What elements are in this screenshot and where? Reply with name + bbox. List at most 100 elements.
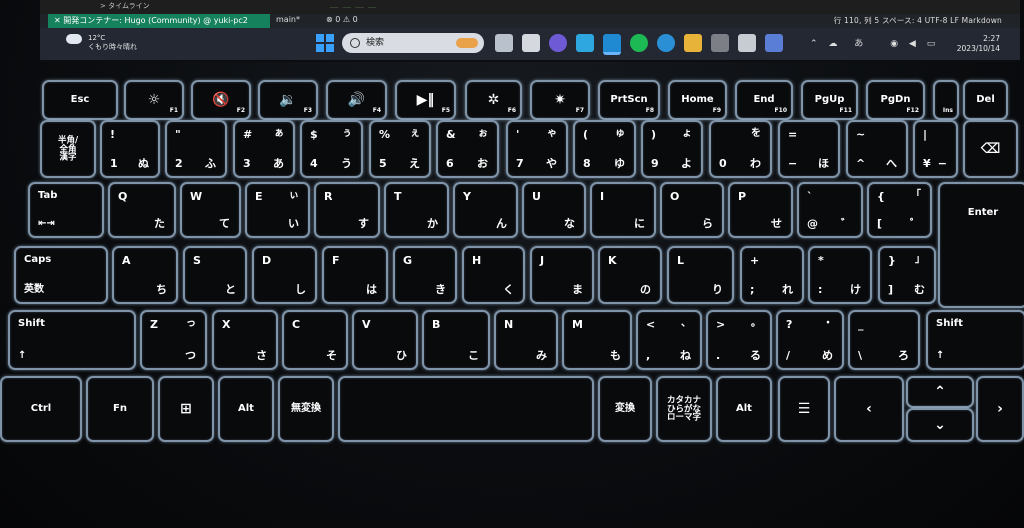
key-hankaku[interactable]: 半角/全角 漢字: [40, 120, 96, 178]
key-arrow-down[interactable]: ⌄: [906, 408, 974, 442]
key-i[interactable]: Iに: [590, 182, 656, 238]
key-ins[interactable]: Ins: [933, 80, 959, 120]
key-ctrl[interactable]: Ctrl: [0, 376, 82, 442]
key-o[interactable]: Oら: [660, 182, 724, 238]
key-enter[interactable]: Enter: [938, 182, 1024, 308]
task-view-icon[interactable]: [495, 34, 513, 52]
key-f10[interactable]: End F10: [735, 80, 793, 120]
key-muhenkan[interactable]: 無変換: [278, 376, 334, 442]
key-f9[interactable]: Home F9: [668, 80, 727, 120]
key-f[interactable]: Fは: [322, 246, 388, 304]
key-minus[interactable]: = − ほ: [778, 120, 840, 178]
store-icon[interactable]: [711, 34, 729, 52]
key-semicolon[interactable]: +; れ: [740, 246, 804, 304]
key-j[interactable]: Jま: [530, 246, 594, 304]
key-b[interactable]: Bこ: [422, 310, 490, 370]
key-k[interactable]: Kの: [598, 246, 662, 304]
key-a[interactable]: Aち: [112, 246, 178, 304]
key-alt-right[interactable]: Alt: [716, 376, 772, 442]
key-z[interactable]: Z っつ: [140, 310, 207, 370]
editor-status-right[interactable]: 行 110, 列 5 スペース: 4 UTF-8 LF Markdown: [834, 15, 1002, 26]
key-3[interactable]: # ぁ 3 あ: [233, 120, 295, 178]
key-8[interactable]: (ゅ 8 ゆ: [573, 120, 636, 178]
key-f8[interactable]: PrtScn F8: [598, 80, 660, 120]
widgets-icon[interactable]: [522, 34, 540, 52]
key-v[interactable]: Vひ: [352, 310, 418, 370]
key-arrow-up[interactable]: ⌃: [906, 376, 974, 408]
wifi-icon[interactable]: ◉: [890, 39, 898, 49]
key-n[interactable]: Nみ: [494, 310, 558, 370]
key-f5[interactable]: ▶‖ F5: [395, 80, 456, 120]
key-h[interactable]: Hく: [462, 246, 525, 304]
key-9[interactable]: ) ょ 9 よ: [641, 120, 703, 178]
key-0[interactable]: を 0 わ: [709, 120, 772, 178]
key-2[interactable]: " 2 ふ: [165, 120, 227, 178]
key-esc[interactable]: Esc: [42, 80, 118, 120]
key-f2[interactable]: 🔇 F2: [191, 80, 251, 120]
key-bracket-close[interactable]: } 」] む: [878, 246, 936, 304]
key-f11[interactable]: PgUp F11: [801, 80, 858, 120]
vscode-icon[interactable]: [603, 34, 621, 55]
key-arrow-left[interactable]: ‹: [834, 376, 904, 442]
git-branch[interactable]: main*: [276, 15, 300, 24]
onedrive-icon[interactable]: ☁: [828, 39, 837, 49]
problems-count[interactable]: ⊗ 0 ⚠ 0: [326, 15, 358, 24]
key-r[interactable]: Rす: [314, 182, 380, 238]
remote-app-icon[interactable]: [765, 34, 783, 52]
taskbar-search[interactable]: 検索: [342, 33, 484, 53]
key-del[interactable]: Del: [963, 80, 1008, 120]
key-shift-left[interactable]: Shift ↑: [8, 310, 136, 370]
key-backslash[interactable]: _ \ ろ: [848, 310, 920, 370]
timeline-section[interactable]: > タイムライン: [100, 1, 150, 11]
key-f7[interactable]: ✷ F7: [530, 80, 590, 120]
spotify-icon[interactable]: [630, 34, 648, 52]
key-7[interactable]: ' ゃ 7 や: [506, 120, 568, 178]
battery-icon[interactable]: ▭: [927, 39, 936, 49]
todo-icon[interactable]: [576, 34, 594, 52]
key-g[interactable]: Gき: [393, 246, 457, 304]
key-yen[interactable]: | ¥ −: [913, 120, 958, 178]
key-menu[interactable]: ☰: [778, 376, 830, 442]
key-alt-left[interactable]: Alt: [218, 376, 274, 442]
system-tray[interactable]: ⌃ ☁ あ ◉ ◀ ▭: [810, 36, 935, 49]
key-f12[interactable]: PgDn F12: [866, 80, 925, 120]
key-c[interactable]: Cそ: [282, 310, 348, 370]
key-y[interactable]: Yん: [453, 182, 518, 238]
taskbar-clock[interactable]: 2:27 2023/10/14: [957, 34, 1000, 54]
key-f1[interactable]: ☼ F1: [124, 80, 184, 120]
key-kana[interactable]: カタカナ ひらがな ローマ字: [656, 376, 712, 442]
file-explorer-icon[interactable]: [684, 34, 702, 52]
key-colon[interactable]: *: け: [808, 246, 872, 304]
key-e[interactable]: E ぃい: [245, 182, 310, 238]
key-arrow-right[interactable]: ›: [976, 376, 1024, 442]
key-6[interactable]: & ぉ 6 お: [436, 120, 499, 178]
key-u[interactable]: Uな: [522, 182, 586, 238]
key-t[interactable]: Tか: [384, 182, 449, 238]
chevron-up-icon[interactable]: ⌃: [810, 39, 818, 49]
key-x[interactable]: Xさ: [212, 310, 278, 370]
key-d[interactable]: Dし: [252, 246, 317, 304]
key-at[interactable]: ` @ ゛: [797, 182, 863, 238]
start-button[interactable]: [316, 34, 334, 52]
key-l[interactable]: Lり: [667, 246, 734, 304]
ime-indicator[interactable]: あ: [854, 39, 863, 49]
key-comma[interactable]: < 、, ね: [636, 310, 702, 370]
edge-icon[interactable]: [657, 34, 675, 52]
key-caret[interactable]: ~ ^ へ: [846, 120, 908, 178]
key-f6[interactable]: ✲ F6: [465, 80, 522, 120]
key-w[interactable]: Wて: [180, 182, 241, 238]
key-henkan[interactable]: 変換: [598, 376, 652, 442]
key-q[interactable]: Qた: [108, 182, 176, 238]
key-f4[interactable]: 🔊 F4: [326, 80, 387, 120]
key-m[interactable]: Mも: [562, 310, 632, 370]
key-1[interactable]: ! 1 ぬ: [100, 120, 160, 178]
key-s[interactable]: Sと: [183, 246, 247, 304]
volume-icon[interactable]: ◀: [909, 39, 916, 49]
key-windows[interactable]: ⊞: [158, 376, 214, 442]
key-f3[interactable]: 🔉 F3: [258, 80, 318, 120]
key-bracket-open[interactable]: {「 [゜: [867, 182, 932, 238]
remote-container-indicator[interactable]: ✕ 開発コンテナー: Hugo (Community) @ yuki-pc2: [48, 14, 270, 28]
key-backspace[interactable]: ⌫: [963, 120, 1018, 178]
teams-icon[interactable]: [549, 34, 567, 52]
settings-app-icon[interactable]: [738, 34, 756, 52]
